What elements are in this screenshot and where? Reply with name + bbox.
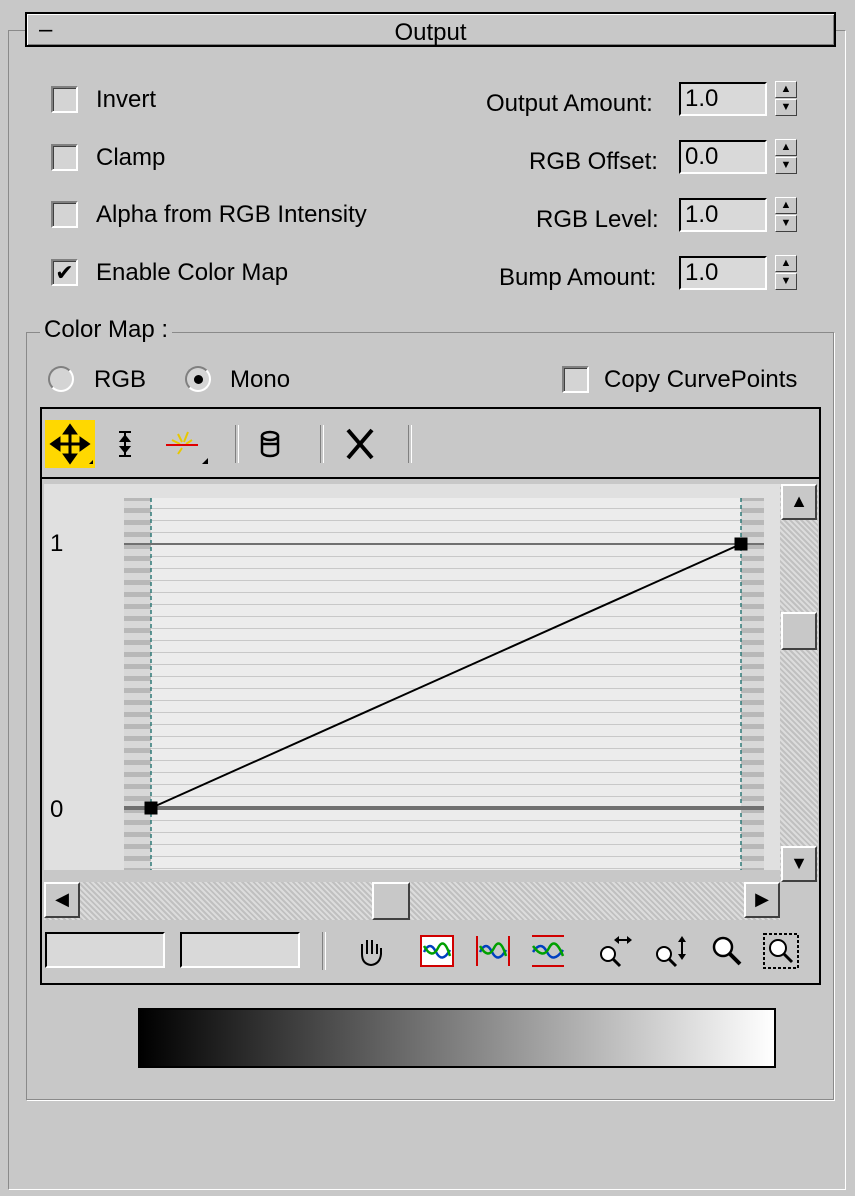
clamp-label: Clamp [96, 144, 166, 171]
curve-point[interactable] [144, 801, 158, 815]
rgb-level-spinner[interactable]: ▲ ▼ [775, 197, 799, 233]
point-y-field[interactable] [180, 932, 300, 968]
bump-amount-field[interactable]: 1.0 [679, 256, 767, 290]
delete-point-icon[interactable] [335, 420, 385, 468]
mono-radio[interactable] [185, 366, 211, 392]
toolbar-separator-3 [408, 425, 412, 463]
copy-curve-points-label: Copy CurvePoints [604, 366, 798, 393]
rollout-title: Output [394, 19, 467, 46]
scroll-left-button[interactable]: ◀ [44, 882, 80, 918]
zoom-vertical-icon[interactable] [652, 932, 690, 970]
scroll-down-button[interactable]: ▼ [781, 846, 817, 882]
invert-label: Invert [96, 86, 157, 113]
bump-amount-spinner[interactable]: ▲ ▼ [775, 255, 799, 291]
curve-plot[interactable]: 1 0 [44, 484, 780, 870]
rgb-offset-field[interactable]: 0.0 [679, 140, 767, 174]
bottom-separator [322, 932, 326, 970]
rgb-offset-label: RGB Offset: [529, 148, 658, 175]
move-icon[interactable] [45, 420, 95, 468]
output-amount-spinner[interactable]: ▲ ▼ [775, 81, 799, 117]
vertical-scrollbar[interactable] [780, 484, 818, 882]
rollout-header[interactable]: – Output [25, 12, 836, 47]
output-amount-field[interactable]: 1.0 [679, 82, 767, 116]
pan-icon[interactable] [352, 932, 390, 970]
rgb-radio-label: RGB [94, 366, 147, 393]
clamp-checkbox[interactable] [51, 144, 78, 171]
alpha-from-rgb-checkbox[interactable] [51, 201, 78, 228]
zoom-region-icon[interactable] [762, 932, 800, 970]
alpha-from-rgb-label: Alpha from RGB Intensity [96, 201, 367, 228]
scroll-right-button[interactable]: ▶ [744, 882, 780, 918]
bump-amount-label: Bump Amount: [499, 264, 657, 291]
scale-point-icon[interactable] [100, 420, 150, 468]
invert-checkbox[interactable] [51, 86, 78, 113]
reset-curves-icon[interactable] [245, 420, 295, 468]
rgb-level-field[interactable]: 1.0 [679, 198, 767, 232]
copy-curve-points-checkbox[interactable] [562, 366, 589, 393]
rgb-level-label: RGB Level: [536, 206, 659, 233]
zoom-extents-icon[interactable] [418, 932, 456, 970]
zoom-horizontal-icon[interactable] [596, 932, 634, 970]
output-amount-label: Output Amount: [486, 90, 653, 117]
mono-radio-label: Mono [230, 366, 291, 393]
zoom-icon[interactable] [708, 932, 746, 970]
color-map-gradient [138, 1008, 776, 1068]
toolbar-separator [235, 425, 239, 463]
horizontal-scroll-thumb[interactable] [372, 882, 410, 920]
zoom-value-extents-icon[interactable] [529, 932, 567, 970]
y-axis-label-zero: 0 [50, 796, 64, 823]
curve-point[interactable] [734, 537, 748, 551]
rgb-radio[interactable] [48, 366, 74, 392]
scroll-up-button[interactable]: ▲ [781, 484, 817, 520]
rgb-offset-spinner[interactable]: ▲ ▼ [775, 139, 799, 175]
toolbar-separator-2 [320, 425, 324, 463]
zoom-horizontal-extents-icon[interactable] [474, 932, 512, 970]
point-x-field[interactable] [45, 932, 165, 968]
vertical-scroll-thumb[interactable] [781, 612, 817, 650]
insert-point-icon[interactable] [158, 420, 208, 468]
color-map-group-title: Color Map : [40, 316, 173, 344]
horizontal-scrollbar[interactable] [44, 882, 780, 920]
y-axis-label-one: 1 [50, 530, 64, 557]
enable-color-map-checkbox[interactable]: ✔ [51, 259, 78, 286]
enable-color-map-label: Enable Color Map [96, 259, 289, 286]
